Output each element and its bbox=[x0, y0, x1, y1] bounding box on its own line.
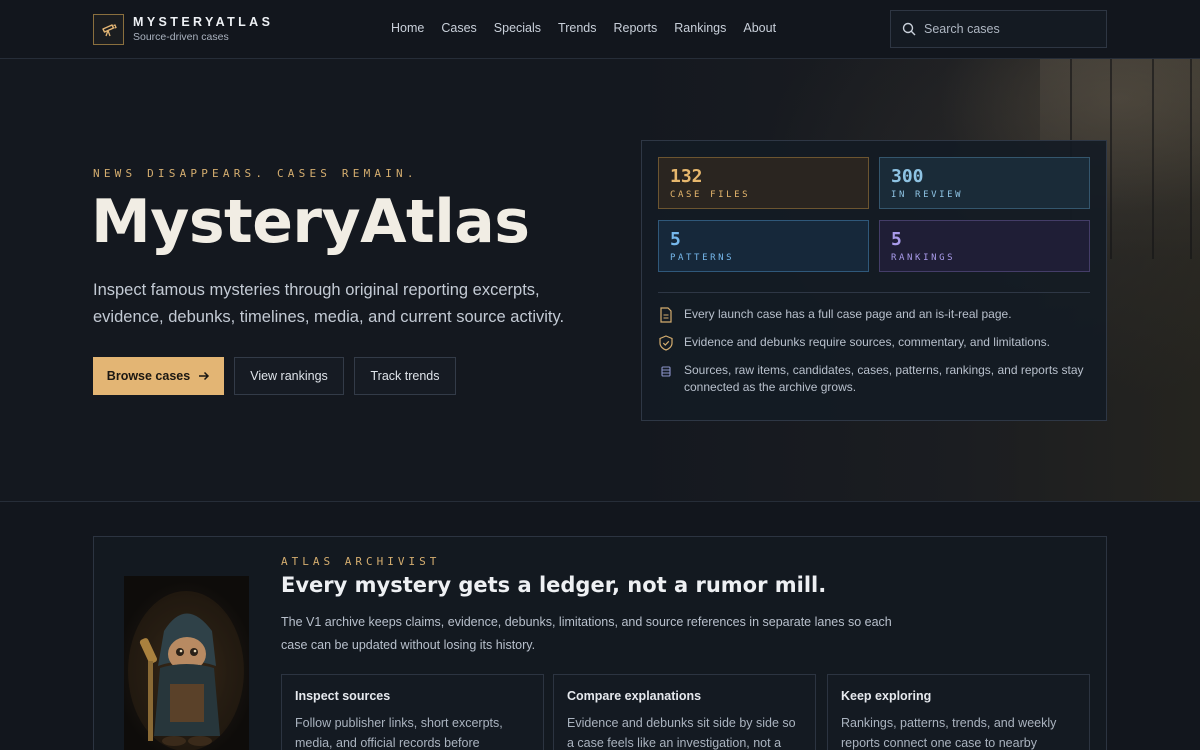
telescope-icon bbox=[101, 23, 117, 36]
stat-label: CASE FILES bbox=[670, 190, 751, 200]
nav-trends[interactable]: Trends bbox=[558, 21, 596, 35]
stat-label: PATTERNS bbox=[670, 253, 735, 263]
stat-in-review[interactable]: 300 IN REVIEW bbox=[879, 157, 1090, 209]
card-keep-exploring[interactable]: Keep exploring Rankings, patterns, trend… bbox=[827, 674, 1090, 750]
arrow-right-icon bbox=[199, 371, 210, 381]
stat-value: 132 bbox=[670, 166, 703, 187]
shield-check-icon bbox=[659, 335, 673, 351]
search-icon bbox=[902, 22, 916, 36]
feature-text: Sources, raw items, candidates, cases, p… bbox=[684, 363, 1084, 394]
feature-text: Every launch case has a full case page a… bbox=[684, 307, 1012, 321]
hero-kicker: NEWS DISAPPEARS. CASES REMAIN. bbox=[93, 167, 418, 180]
brand-name: MYSTERYATLAS bbox=[133, 15, 274, 29]
card-text: Rankings, patterns, trends, and weekly r… bbox=[841, 716, 1057, 750]
card-title: Compare explanations bbox=[567, 689, 702, 703]
nav-rankings[interactable]: Rankings bbox=[674, 21, 726, 35]
stat-label: IN REVIEW bbox=[891, 190, 964, 200]
stat-patterns[interactable]: 5 PATTERNS bbox=[658, 220, 869, 272]
nav-about[interactable]: About bbox=[743, 21, 776, 35]
archivist-illustration bbox=[128, 591, 244, 750]
archivist-section: ATLAS ARCHIVIST Every mystery gets a led… bbox=[93, 536, 1107, 750]
stat-label: RANKINGS bbox=[891, 253, 956, 263]
stats-panel: 132 CASE FILES 300 IN REVIEW 5 PATTERNS … bbox=[641, 140, 1107, 421]
browse-cases-label: Browse cases bbox=[106, 369, 191, 383]
stat-rankings[interactable]: 5 RANKINGS bbox=[879, 220, 1090, 272]
stat-value: 5 bbox=[670, 229, 681, 250]
logo[interactable] bbox=[93, 14, 124, 45]
nav-specials[interactable]: Specials bbox=[494, 21, 541, 35]
archivist-kicker: ATLAS ARCHIVIST bbox=[281, 555, 441, 568]
hero-description: Inspect famous mysteries through origina… bbox=[93, 281, 565, 326]
card-title: Keep exploring bbox=[841, 689, 932, 703]
stat-value: 300 bbox=[891, 166, 924, 187]
search-input[interactable] bbox=[924, 22, 1084, 36]
feature-item: Every launch case has a full case page a… bbox=[658, 306, 1088, 323]
view-rankings-button[interactable]: View rankings bbox=[234, 357, 344, 395]
site-header: MYSTERYATLAS Source-driven cases Home Ca… bbox=[0, 0, 1200, 59]
main-nav: Home Cases Specials Trends Reports Ranki… bbox=[391, 21, 776, 35]
nav-reports[interactable]: Reports bbox=[613, 21, 657, 35]
archivist-portrait bbox=[124, 576, 249, 750]
feature-item: Sources, raw items, candidates, cases, p… bbox=[658, 362, 1088, 396]
divider bbox=[658, 292, 1090, 293]
brand-tagline: Source-driven cases bbox=[133, 31, 229, 43]
track-trends-button[interactable]: Track trends bbox=[354, 357, 456, 395]
archivist-title: Every mystery gets a ledger, not a rumor… bbox=[281, 573, 827, 597]
card-text: Follow publisher links, short excerpts, … bbox=[295, 716, 503, 750]
database-icon bbox=[661, 366, 671, 377]
archivist-description: The V1 archive keeps claims, evidence, d… bbox=[281, 615, 892, 652]
stat-case-files[interactable]: 132 CASE FILES bbox=[658, 157, 869, 209]
hero-title: MysteryAtlas bbox=[91, 187, 530, 257]
nav-home[interactable]: Home bbox=[391, 21, 424, 35]
brand[interactable]: MYSTERYATLAS Source-driven cases bbox=[133, 15, 273, 43]
feature-text: Evidence and debunks require sources, co… bbox=[684, 335, 1050, 349]
card-title: Inspect sources bbox=[295, 689, 391, 703]
card-text: Evidence and debunks sit side by side so… bbox=[567, 716, 796, 750]
browse-cases-button[interactable]: Browse cases bbox=[93, 357, 224, 395]
card-compare-explanations[interactable]: Compare explanations Evidence and debunk… bbox=[553, 674, 816, 750]
document-icon bbox=[660, 307, 672, 323]
nav-cases[interactable]: Cases bbox=[441, 21, 476, 35]
feature-item: Evidence and debunks require sources, co… bbox=[658, 334, 1088, 351]
search-box bbox=[890, 10, 1107, 48]
stat-value: 5 bbox=[891, 229, 902, 250]
card-inspect-sources[interactable]: Inspect sources Follow publisher links, … bbox=[281, 674, 544, 750]
hero-section: NEWS DISAPPEARS. CASES REMAIN. MysteryAt… bbox=[0, 59, 1200, 502]
